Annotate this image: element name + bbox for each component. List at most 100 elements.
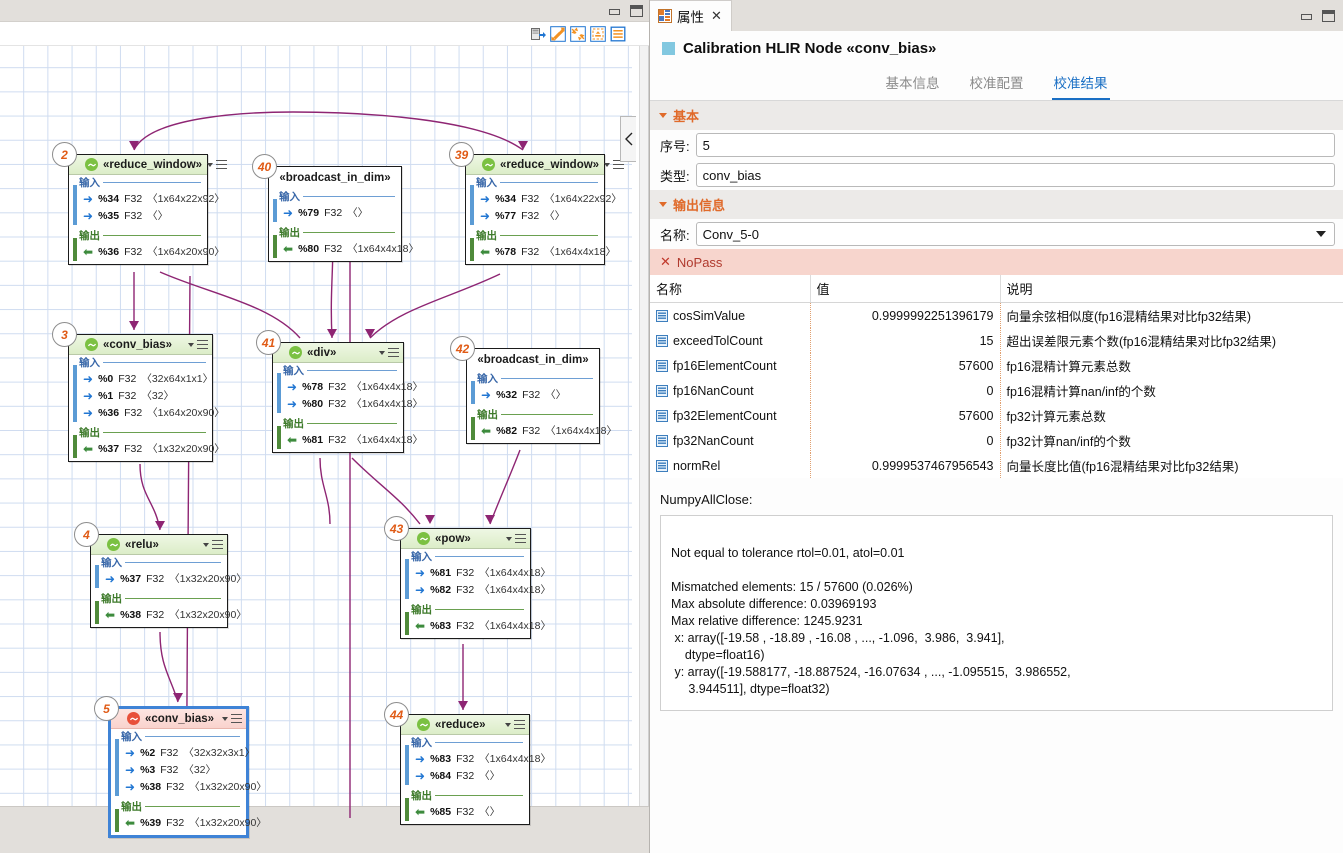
properties-maximize-icon[interactable] — [1322, 9, 1335, 22]
node-input-port[interactable]: ➜ %3 F32 〈32〉 — [121, 761, 240, 778]
node-input-port[interactable]: ➜ %32 F32 〈〉 — [477, 386, 593, 403]
table-row[interactable]: fp32NanCount 0 fp32计算nan/inf的个数 — [650, 428, 1343, 453]
graph-node[interactable]: 4 «relu» 输入 ➜ %37 F32 〈1x32x20x90〉 输出 ⬅ %38 F32 〈1x… — [74, 522, 247, 628]
node-output-port[interactable]: ⬅ %39 F32 〈1x32x20x90〉 — [121, 814, 267, 831]
section-basic[interactable]: 基本 — [650, 101, 1343, 130]
chevron-down-icon[interactable] — [604, 162, 611, 167]
column-header-name[interactable]: 名称 — [650, 275, 811, 303]
sequence-input[interactable]: 5 — [695, 133, 1335, 157]
node-input-port[interactable]: ➜ %34 F32 〈1x64x22x92〉 — [79, 190, 225, 207]
node-menu-icon[interactable] — [388, 348, 399, 357]
graph-node-header[interactable]: «reduce» — [401, 715, 529, 735]
graph-node[interactable]: 42 «broadcast_in_dim» 输入 ➜ %32 F32 〈〉 输出 ⬅ %82 F32… — [450, 336, 617, 444]
numpy-allclose-output[interactable]: Not equal to tolerance rtol=0.01, atol=0… — [660, 515, 1333, 711]
graph-node-header[interactable]: «pow» — [401, 529, 530, 549]
section-output-info[interactable]: 输出信息 — [650, 190, 1343, 219]
chevron-down-icon[interactable] — [379, 350, 385, 355]
node-menu-icon[interactable] — [212, 540, 223, 549]
name-select[interactable]: Conv_5-0 — [695, 222, 1335, 246]
node-input-port[interactable]: ➜ %35 F32 〈〉 — [79, 207, 201, 224]
graph-node[interactable]: 44 «reduce» 输入 ➜ %83 F32 〈1x64x4x18〉 ➜ %84 F32 〈〉输… — [384, 702, 551, 825]
chevron-down-icon[interactable] — [188, 342, 194, 347]
node-output-port[interactable]: ⬅ %82 F32 〈1x64x4x18〉 — [477, 422, 617, 439]
collapse-all-icon[interactable] — [569, 25, 587, 43]
node-input-port[interactable]: ➜ %82 F32 〈1x64x4x18〉 — [411, 581, 551, 598]
graph-node-header[interactable]: «div» — [273, 343, 403, 363]
table-row[interactable]: fp16NanCount 0 fp16混精计算nan/inf的个数 — [650, 378, 1343, 403]
close-icon[interactable]: ✕ — [711, 8, 722, 24]
table-row[interactable]: cosSimValue 0.9999992251396179 向量余弦相似度(fp1… — [650, 302, 1343, 328]
graph-node-header[interactable]: «conv_bias» — [111, 709, 246, 729]
expand-all-icon[interactable] — [549, 25, 567, 43]
chevron-down-icon[interactable] — [222, 716, 228, 721]
node-input-port[interactable]: ➜ %81 F32 〈1x64x4x18〉 — [411, 564, 551, 581]
graph-node[interactable]: 2 «reduce_window» 输入 ➜ %34 F32 〈1x64x22x92〉 ➜ %3… — [52, 142, 228, 265]
type-input[interactable]: conv_bias — [695, 163, 1335, 187]
table-row[interactable]: fp16ElementCount 57600 fp16混精计算元素总数 — [650, 353, 1343, 378]
node-output-port[interactable]: ⬅ %81 F32 〈1x64x4x18〉 — [283, 431, 423, 448]
maximize-icon[interactable] — [630, 4, 643, 17]
node-input-port[interactable]: ➜ %80 F32 〈1x64x4x18〉 — [283, 395, 423, 412]
graph-node[interactable]: 43 «pow» 输入 ➜ %81 F32 〈1x64x4x18〉 ➜ %82 F32 〈1x64x… — [384, 516, 551, 639]
minimize-icon[interactable] — [608, 6, 621, 16]
graph-node-header[interactable]: «relu» — [91, 535, 227, 555]
graph-node-header[interactable]: «broadcast_in_dim» — [467, 349, 599, 371]
node-input-port[interactable]: ➜ %37 F32 〈1x32x20x90〉 — [101, 570, 247, 587]
tab-calibration-config[interactable]: 校准配置 — [968, 69, 1026, 100]
cell-metric-name: exceedTolCount — [650, 328, 811, 353]
graph-node[interactable]: 3 «conv_bias» 输入 ➜ %0 F32 〈32x64x1x1〉 ➜ %1 F32 〈32… — [52, 322, 225, 462]
fit-page-icon[interactable] — [589, 25, 607, 43]
node-output-port[interactable]: ⬅ %38 F32 〈1x32x20x90〉 — [101, 606, 247, 623]
node-input-port[interactable]: ➜ %77 F32 〈〉 — [476, 207, 598, 224]
graph-node[interactable]: 5 «conv_bias» 输入 ➜ %2 F32 〈32x32x3x1〉 ➜ %3 F32 〈32… — [94, 696, 267, 838]
column-header-value[interactable]: 值 — [810, 275, 1001, 303]
table-row[interactable]: fp32ElementCount 57600 fp32计算元素总数 — [650, 403, 1343, 428]
node-input-port[interactable]: ➜ %2 F32 〈32x32x3x1〉 — [121, 744, 255, 761]
section-rule — [145, 736, 240, 737]
node-input-port[interactable]: ➜ %38 F32 〈1x32x20x90〉 — [121, 778, 267, 795]
tab-properties[interactable]: 属性 ✕ — [650, 0, 732, 31]
graph-node-header[interactable]: «reduce_window» — [69, 155, 228, 175]
node-menu-icon[interactable] — [216, 160, 228, 169]
graph-node-header[interactable]: «broadcast_in_dim» — [269, 167, 401, 189]
node-output-port[interactable]: ⬅ %78 F32 〈1x64x4x18〉 — [476, 243, 616, 260]
node-output-port[interactable]: ⬅ %80 F32 〈1x64x4x18〉 — [279, 240, 419, 257]
collapse-panel-button[interactable] — [620, 116, 636, 162]
node-input-port[interactable]: ➜ %84 F32 〈〉 — [411, 767, 523, 784]
tab-calibration-result[interactable]: 校准结果 — [1051, 69, 1110, 100]
chevron-down-icon[interactable] — [203, 542, 209, 547]
node-output-port[interactable]: ⬅ %36 F32 〈1x64x20x90〉 — [79, 243, 225, 260]
graph-node[interactable]: 41 «div» 输入 ➜ %78 F32 〈1x64x4x18〉 ➜ %80 F32 〈1x64x… — [256, 330, 423, 453]
node-input-port[interactable]: ➜ %83 F32 〈1x64x4x18〉 — [411, 750, 551, 767]
graph-vertical-scrollbar[interactable] — [639, 46, 648, 818]
node-menu-icon[interactable] — [515, 534, 526, 543]
column-header-desc[interactable]: 说明 — [1000, 275, 1343, 303]
graph-node-header[interactable]: «reduce_window» — [466, 155, 625, 175]
graph-node[interactable]: 39 «reduce_window» 输入 ➜ %34 F32 〈1x64x22x92〉 ➜%… — [449, 142, 625, 265]
node-input-port[interactable]: ➜ %34 F32 〈1x64x22x92〉 — [476, 190, 622, 207]
graph-canvas-area[interactable]: 2 «reduce_window» 输入 ➜ %34 F32 〈1x64x22x92〉 ➜ %3… — [0, 46, 649, 853]
node-input-port[interactable]: ➜ %36 F32 〈1x64x20x90〉 — [79, 404, 225, 421]
tab-basic-info[interactable]: 基本信息 — [884, 69, 942, 100]
node-input-port[interactable]: ➜ %1 F32 〈32〉 — [79, 387, 206, 404]
properties-minimize-icon[interactable] — [1300, 11, 1313, 21]
node-output-port[interactable]: ⬅ %37 F32 〈1x32x20x90〉 — [79, 440, 225, 457]
node-menu-icon[interactable] — [197, 340, 208, 349]
node-input-port[interactable]: ➜ %78 F32 〈1x64x4x18〉 — [283, 378, 423, 395]
node-input-port[interactable]: ➜ %79 F32 〈〉 — [279, 204, 395, 221]
chevron-down-icon[interactable] — [505, 722, 511, 727]
graph-canvas-grid[interactable]: 2 «reduce_window» 输入 ➜ %34 F32 〈1x64x22x92〉 ➜ %3… — [0, 46, 632, 838]
table-row[interactable]: exceedTolCount 15 超出误差限元素个数(fp16混精结果对比fp32… — [650, 328, 1343, 353]
chevron-down-icon[interactable] — [207, 162, 214, 167]
chevron-down-icon[interactable] — [506, 536, 512, 541]
node-input-port[interactable]: ➜ %0 F32 〈32x64x1x1〉 — [79, 370, 213, 387]
export-image-icon[interactable] — [529, 25, 547, 43]
node-menu-icon[interactable] — [514, 720, 525, 729]
node-output-port[interactable]: ⬅ %85 F32 〈〉 — [411, 803, 523, 820]
node-menu-icon[interactable] — [231, 714, 242, 723]
table-row[interactable]: normRel 0.9999537467956543 向量长度比值(fp16混精结果… — [650, 453, 1343, 478]
graph-node-header[interactable]: «conv_bias» — [69, 335, 212, 355]
graph-node[interactable]: 40 «broadcast_in_dim» 输入 ➜ %79 F32 〈〉 输出 ⬅ %80 F32… — [252, 154, 419, 262]
node-output-port[interactable]: ⬅ %83 F32 〈1x64x4x18〉 — [411, 617, 551, 634]
outline-icon[interactable] — [609, 25, 627, 43]
